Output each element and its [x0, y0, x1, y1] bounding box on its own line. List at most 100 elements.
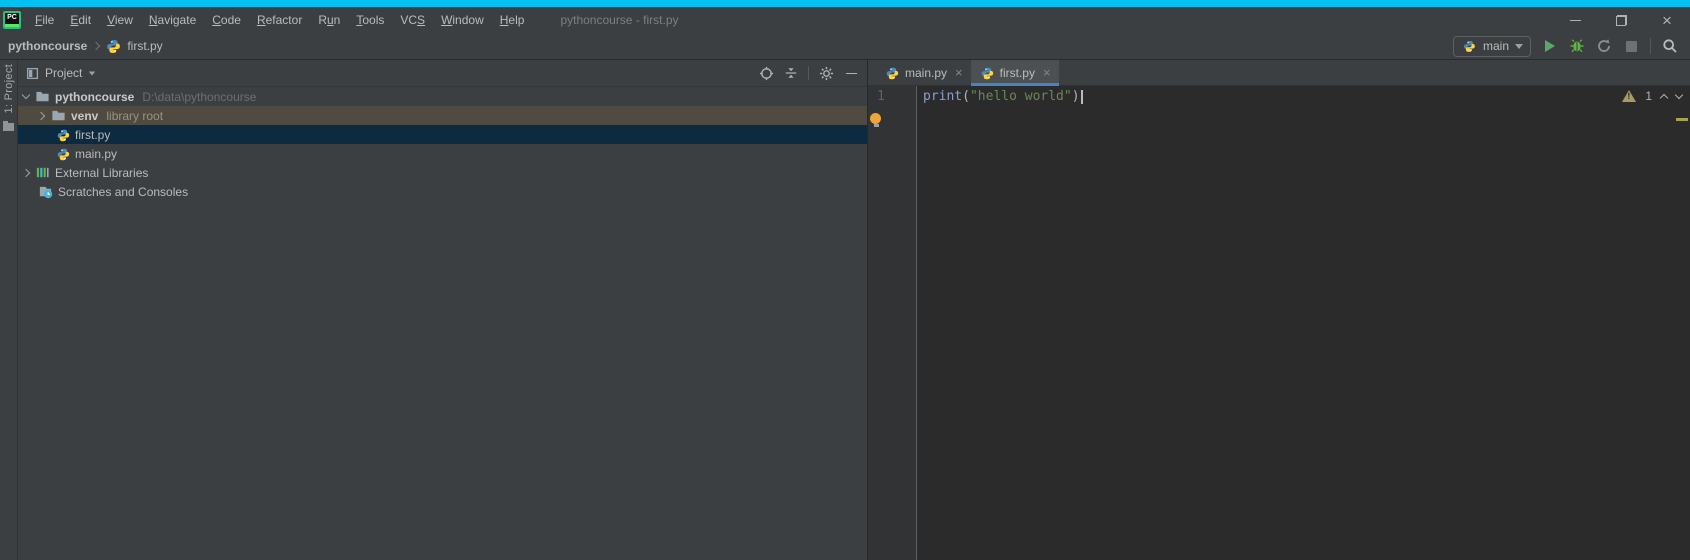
code-line: print("hello world")	[923, 88, 1690, 105]
python-file-icon	[979, 65, 993, 79]
menu-code[interactable]: Code	[204, 10, 249, 30]
chevron-down-icon	[1515, 44, 1523, 49]
text-caret	[1081, 90, 1083, 104]
menu-help[interactable]: Help	[492, 10, 533, 30]
menu-vcs[interactable]: VCS	[392, 10, 433, 30]
warning-count: 1	[1645, 89, 1652, 103]
previous-problem-button[interactable]	[1660, 93, 1668, 101]
project-panel-title[interactable]: Project	[45, 66, 82, 80]
menu-window[interactable]: Window	[433, 10, 492, 30]
code-editor[interactable]: print("hello world")	[917, 86, 1690, 560]
tab-main-py[interactable]: main.py ×	[876, 60, 971, 85]
menu-run[interactable]: Run	[310, 10, 348, 30]
project-panel-header: Project	[18, 60, 867, 87]
close-tab-icon[interactable]: ×	[1043, 65, 1051, 80]
tree-item-path: D:\data\pythoncourse	[142, 90, 256, 104]
breadcrumb-chevron-icon	[92, 42, 100, 50]
run-configuration-name: main	[1483, 39, 1509, 53]
close-button[interactable]: ×	[1644, 7, 1690, 33]
python-file-icon	[56, 127, 70, 141]
run-with-coverage-icon	[1596, 38, 1612, 54]
chevron-down-icon[interactable]	[89, 71, 95, 75]
python-file-icon	[885, 65, 899, 79]
project-panel: Project	[18, 60, 868, 560]
breadcrumb-file[interactable]: first.py	[127, 39, 162, 53]
run-configuration-select[interactable]: main	[1453, 36, 1531, 57]
folder-icon[interactable]	[3, 123, 14, 131]
window-controls: ×	[1552, 7, 1690, 33]
tab-label: first.py	[1000, 66, 1035, 80]
tree-row-main-py[interactable]: main.py	[18, 144, 867, 163]
run-toolbar: main	[1453, 36, 1690, 57]
locate-file-button[interactable]	[758, 65, 774, 81]
tree-item-label: Scratches and Consoles	[58, 185, 188, 199]
folder-icon	[51, 108, 66, 123]
editor-tabbar: main.py × first.py ×	[868, 60, 1690, 86]
python-icon	[1462, 39, 1476, 53]
window-accent-strip	[0, 0, 1690, 7]
collapse-all-button[interactable]	[783, 65, 799, 81]
inspections-widget: 1	[1622, 89, 1682, 103]
libraries-icon	[35, 165, 50, 180]
search-everywhere-button[interactable]	[1662, 38, 1678, 54]
tool-window-stripe: 1: Project	[0, 60, 18, 560]
python-file-icon	[56, 146, 70, 160]
run-with-coverage-button[interactable]	[1596, 38, 1612, 54]
menu-tools[interactable]: Tools	[348, 10, 392, 30]
editor: main.py × first.py × 1 print("hello worl…	[868, 60, 1690, 560]
tree-item-label: main.py	[75, 147, 117, 161]
tab-first-py[interactable]: first.py ×	[971, 60, 1059, 85]
warning-icon	[1622, 90, 1636, 102]
debug-button[interactable]	[1569, 38, 1585, 54]
restore-button[interactable]	[1598, 7, 1644, 33]
project-tool-window-button[interactable]: 1: Project	[3, 64, 15, 113]
collapse-all-icon	[784, 66, 798, 80]
window-title: pythoncourse - first.py	[560, 13, 678, 27]
settings-button[interactable]	[818, 65, 834, 81]
tree-row-scratches[interactable]: Scratches and Consoles	[18, 182, 867, 201]
minimize-button[interactable]	[1552, 7, 1598, 33]
collapsed-chevron-icon[interactable]	[22, 168, 30, 176]
code-token-paren: )	[1072, 89, 1080, 104]
tree-row-first-py[interactable]: first.py	[18, 125, 867, 144]
header-divider	[808, 66, 809, 80]
tree-row-venv[interactable]: venv library root	[18, 106, 867, 125]
restore-icon	[1616, 15, 1627, 26]
tree-item-label: pythoncourse	[55, 90, 134, 104]
close-tab-icon[interactable]: ×	[955, 65, 963, 80]
folder-icon	[35, 89, 50, 104]
tree-row-pythoncourse[interactable]: pythoncourse D:\data\pythoncourse	[18, 87, 867, 106]
pycharm-window: PC FileEditViewNavigateCodeRefactorRunTo…	[0, 0, 1690, 560]
close-icon: ×	[1662, 12, 1672, 29]
crosshair-icon	[759, 66, 774, 81]
editor-gutter: 1	[868, 86, 917, 560]
collapsed-chevron-icon[interactable]	[37, 111, 45, 119]
project-tree: pythoncourse D:\data\pythoncourse venv l…	[18, 87, 867, 560]
editor-body: 1 print("hello world") 1	[868, 86, 1690, 560]
intention-bulb-button[interactable]	[870, 113, 882, 125]
expanded-chevron-icon[interactable]	[22, 91, 30, 99]
next-problem-button[interactable]	[1675, 90, 1683, 98]
menu-file[interactable]: File	[27, 10, 62, 30]
stop-button[interactable]	[1623, 38, 1639, 54]
titlebar: PC FileEditViewNavigateCodeRefactorRunTo…	[0, 7, 1690, 33]
error-stripe-warning-mark[interactable]	[1676, 118, 1688, 121]
gear-icon	[819, 66, 834, 81]
menu-navigate[interactable]: Navigate	[141, 10, 204, 30]
play-icon	[1545, 40, 1555, 52]
bug-icon	[1569, 38, 1585, 54]
breadcrumb-project[interactable]: pythoncourse	[8, 39, 87, 53]
run-button[interactable]	[1542, 38, 1558, 54]
navigation-bar: pythoncourse first.py main	[0, 33, 1690, 60]
menu-refactor[interactable]: Refactor	[249, 10, 310, 30]
tree-row-external-libraries[interactable]: External Libraries	[18, 163, 867, 182]
tree-item-label: first.py	[75, 128, 110, 142]
hide-panel-button[interactable]	[843, 65, 859, 81]
tree-item-label: External Libraries	[55, 166, 148, 180]
pycharm-app-icon[interactable]: PC	[3, 11, 21, 29]
line-number: 1	[877, 89, 885, 104]
main-area: 1: Project Project	[0, 60, 1690, 560]
menu-edit[interactable]: Edit	[62, 10, 99, 30]
menu-view[interactable]: View	[99, 10, 141, 30]
scratches-icon	[38, 184, 53, 199]
